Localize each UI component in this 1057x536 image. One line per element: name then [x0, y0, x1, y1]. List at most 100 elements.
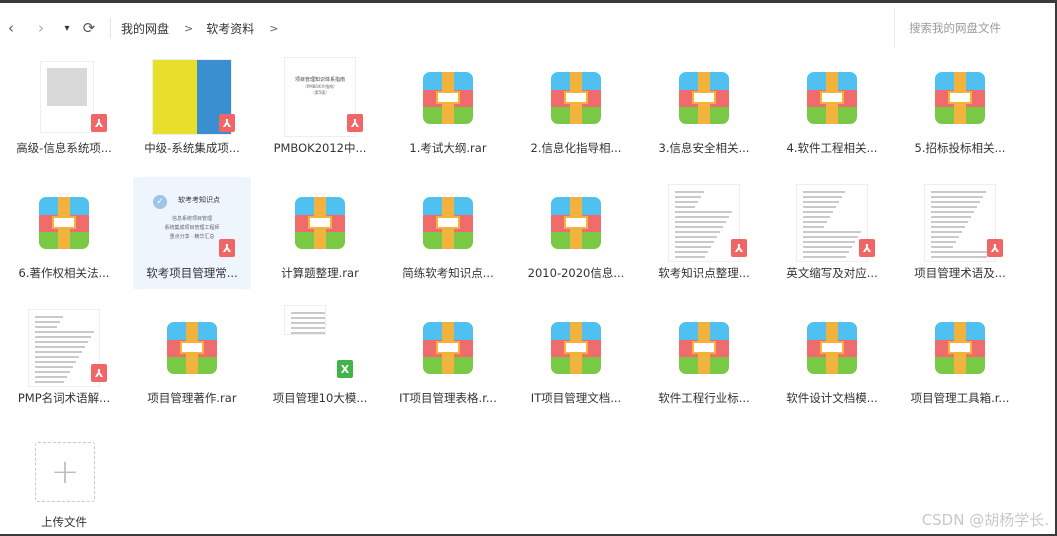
- file-name: 1.考试大纲.rar: [409, 141, 487, 155]
- pdf-thumbnail: 项目管理知识体系指南 （PMBOK®指南） （第5版） ⅄: [261, 56, 379, 138]
- file-item[interactable]: 3.信息安全相关...: [645, 52, 763, 164]
- pdf-thumbnail: ⅄: [133, 56, 251, 138]
- file-item[interactable]: ⅄ PMP名词术语解...: [5, 302, 123, 414]
- file-name: 项目管理10大模...: [272, 391, 368, 405]
- file-item[interactable]: ⅄ 项目管理术语及...: [901, 177, 1019, 289]
- file-item[interactable]: 2.信息化指导相...: [517, 52, 635, 164]
- file-name: 软件设计文档模...: [786, 391, 878, 405]
- breadcrumb-item-root[interactable]: 我的网盘: [121, 20, 169, 37]
- file-item[interactable]: ⅄ 中级-系统集成项...: [133, 52, 251, 164]
- archive-icon: [5, 181, 123, 263]
- pdf-thumbnail: ⅄: [773, 181, 891, 263]
- file-name: PMP名词术语解...: [17, 391, 111, 405]
- toolbar-divider: [110, 18, 111, 38]
- archive-icon: [517, 306, 635, 388]
- upload-file-button[interactable]: +: [35, 442, 95, 502]
- refresh-icon[interactable]: ⟳: [78, 17, 100, 39]
- file-name: 项目管理术语及...: [914, 266, 1006, 280]
- pdf-thumbnail: ⅄: [5, 306, 123, 388]
- file-item[interactable]: ✓ 软考考知识点 信息系统项目管理 系统集成项目管理工程师 重点分享 · 精华汇总 ⅄ 软考…: [133, 177, 251, 289]
- document-preview: [29, 310, 99, 386]
- upload-file-label: 上传文件: [41, 515, 87, 529]
- document-preview: [669, 185, 739, 261]
- file-name: 计算题整理.rar: [281, 266, 359, 280]
- archive-icon: [389, 181, 507, 263]
- document-preview: [285, 306, 325, 334]
- document-preview: 项目管理知识体系指南 （PMBOK®指南） （第5版）: [285, 58, 355, 136]
- file-name: 6.著作权相关法...: [18, 266, 110, 280]
- file-name: IT项目管理表格.r...: [399, 391, 497, 405]
- plus-icon: +: [50, 452, 80, 492]
- file-name: 高级-信息系统项...: [16, 141, 112, 155]
- file-name: 项目管理工具箱.r...: [910, 391, 1010, 405]
- file-name: 2010-2020信息...: [527, 266, 625, 280]
- file-name: 4.软件工程相关...: [786, 141, 878, 155]
- file-name: 项目管理著作.rar: [147, 391, 237, 405]
- file-item[interactable]: 4.软件工程相关...: [773, 52, 891, 164]
- archive-icon: [133, 306, 251, 388]
- window-top-border: [0, 0, 1057, 3]
- breadcrumb-separator: >: [184, 21, 194, 35]
- file-name: 英文缩写及对应...: [786, 266, 878, 280]
- breadcrumb-item-current[interactable]: 软考资料: [206, 20, 254, 37]
- file-item[interactable]: ⅄ 高级-信息系统项...: [5, 52, 123, 164]
- pdf-icon: ⅄: [347, 114, 363, 132]
- file-name: 简练软考知识点...: [402, 266, 494, 280]
- file-item[interactable]: IT项目管理文档...: [517, 302, 635, 414]
- selected-check-icon: ✓: [153, 195, 167, 209]
- history-dropdown-icon[interactable]: ▾: [56, 17, 78, 39]
- file-item[interactable]: 项目管理著作.rar: [133, 302, 251, 414]
- file-item[interactable]: 2010-2020信息...: [517, 177, 635, 289]
- file-item[interactable]: 项目管理知识体系指南 （PMBOK®指南） （第5版） ⅄ PMBOK2012中...: [261, 52, 379, 164]
- toolbar: ‹ › ▾ ⟳ 我的网盘 > 软考资料 >: [0, 8, 1051, 48]
- watermark: CSDN @胡杨学长.: [921, 511, 1049, 529]
- archive-icon: [901, 56, 1019, 138]
- pdf-icon: ⅄: [219, 239, 235, 257]
- archive-icon: [261, 181, 379, 263]
- file-item[interactable]: 5.招标投标相关...: [901, 52, 1019, 164]
- back-arrow-icon[interactable]: ‹: [0, 17, 22, 39]
- pdf-icon: ⅄: [731, 239, 747, 257]
- document-preview: [797, 185, 867, 261]
- file-item[interactable]: 6.著作权相关法...: [5, 177, 123, 289]
- search-box: [894, 8, 1051, 48]
- file-item[interactable]: IT项目管理表格.r...: [389, 302, 507, 414]
- file-name: 5.招标投标相关...: [914, 141, 1006, 155]
- pdf-thumbnail: ⅄: [5, 56, 123, 138]
- archive-icon: [645, 56, 763, 138]
- archive-icon: [389, 306, 507, 388]
- file-item[interactable]: 软件设计文档模...: [773, 302, 891, 414]
- pdf-thumbnail: ⅄: [901, 181, 1019, 263]
- file-item[interactable]: 计算题整理.rar: [261, 177, 379, 289]
- file-item[interactable]: X 项目管理10大模...: [261, 302, 379, 414]
- spreadsheet-thumbnail: X: [261, 306, 379, 388]
- forward-arrow-icon[interactable]: ›: [30, 17, 52, 39]
- pdf-icon: ⅄: [91, 114, 107, 132]
- archive-icon: [517, 181, 635, 263]
- file-item[interactable]: 简练软考知识点...: [389, 177, 507, 289]
- search-input[interactable]: [895, 20, 1051, 36]
- document-preview: [925, 185, 995, 261]
- pdf-thumbnail: ⅄: [645, 181, 763, 263]
- pdf-icon: ⅄: [91, 364, 107, 382]
- pdf-icon: ⅄: [859, 239, 875, 257]
- file-name: 软考项目管理常...: [146, 266, 238, 280]
- pdf-icon: ⅄: [219, 114, 235, 132]
- file-name: 3.信息安全相关...: [658, 141, 750, 155]
- breadcrumb-separator-trailing: >: [269, 21, 279, 35]
- archive-icon: [773, 306, 891, 388]
- archive-icon: [517, 56, 635, 138]
- archive-icon: [773, 56, 891, 138]
- pdf-icon: ⅄: [987, 239, 1003, 257]
- file-item[interactable]: ⅄ 软考知识点整理...: [645, 177, 763, 289]
- pdf-thumbnail: ✓ 软考考知识点 信息系统项目管理 系统集成项目管理工程师 重点分享 · 精华汇总 ⅄: [133, 181, 251, 263]
- file-item[interactable]: ⅄ 英文缩写及对应...: [773, 177, 891, 289]
- file-item[interactable]: 项目管理工具箱.r...: [901, 302, 1019, 414]
- document-preview: [41, 62, 93, 132]
- file-item[interactable]: 软件工程行业标...: [645, 302, 763, 414]
- archive-icon: [901, 306, 1019, 388]
- excel-icon: X: [337, 360, 353, 378]
- file-name: 软考知识点整理...: [658, 266, 750, 280]
- file-item[interactable]: 1.考试大纲.rar: [389, 52, 507, 164]
- breadcrumb: 我的网盘 > 软考资料 >: [121, 20, 291, 37]
